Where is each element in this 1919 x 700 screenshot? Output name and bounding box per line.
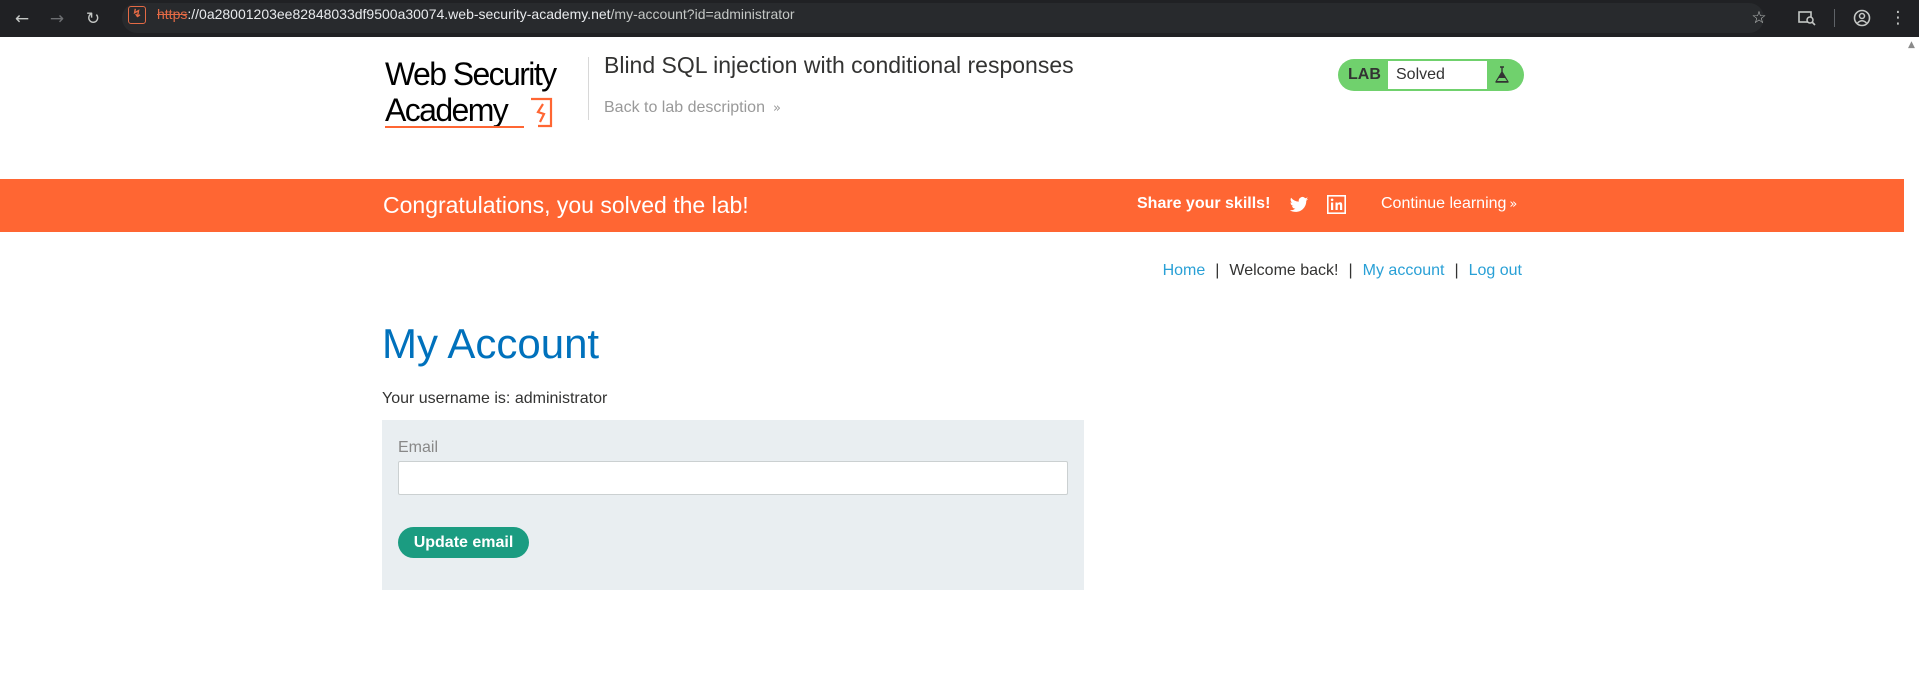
lab-title: Blind SQL injection with conditional res… — [604, 52, 1074, 78]
reload-icon[interactable]: ↻ — [79, 5, 107, 33]
lab-status-label: LAB — [1348, 66, 1381, 83]
forward-arrow-icon[interactable]: → — [43, 5, 71, 33]
toolbar-divider — [1834, 9, 1835, 27]
nav-separator: | — [1454, 262, 1459, 279]
nav-log-out-link[interactable]: Log out — [1469, 262, 1522, 279]
bookmark-star-icon[interactable]: ☆ — [1745, 4, 1773, 32]
update-email-form: Email Update email — [382, 420, 1084, 590]
url-scheme: https — [157, 6, 188, 22]
logo-line1: Web Security — [385, 56, 557, 92]
header-divider — [588, 57, 589, 120]
logo-line2: Academy — [385, 92, 509, 128]
continue-learning-link[interactable]: Continue learning» — [1381, 195, 1517, 213]
site-info-icon[interactable]: ↯ — [128, 6, 146, 24]
email-label: Email — [398, 439, 439, 456]
url-path: /my-account?id=administrator — [610, 6, 795, 22]
lab-status-value: Solved — [1396, 66, 1445, 83]
lab-solved-banner: Congratulations, you solved the lab! Sha… — [0, 179, 1904, 232]
tab-search-icon[interactable] — [1793, 4, 1821, 32]
logo-bolt-icon — [531, 97, 553, 128]
nav-separator: | — [1215, 262, 1220, 279]
url-text[interactable]: https://0a28001203ee82848033df9500a30074… — [157, 4, 795, 24]
username-text: Your username is: administrator — [382, 390, 608, 407]
more-menu-icon[interactable]: ⋮ — [1884, 4, 1912, 32]
url-host: ://0a28001203ee82848033df9500a30074.web-… — [187, 6, 611, 22]
banner-message: Congratulations, you solved the lab! — [383, 192, 749, 218]
share-skills-label: Share your skills! — [1137, 195, 1271, 212]
nav-separator: | — [1348, 262, 1353, 279]
continue-learning-label: Continue learning — [1381, 195, 1507, 212]
update-email-button[interactable]: Update email — [398, 527, 529, 558]
browser-toolbar: ← → ↻ ↯ https://0a28001203ee82848033df95… — [0, 0, 1919, 37]
logo-underline — [385, 126, 524, 128]
nav-my-account-link[interactable]: My account — [1363, 262, 1445, 279]
scrollbar-up-arrow-icon[interactable]: ▲ — [1904, 38, 1919, 53]
profile-icon[interactable] — [1848, 4, 1876, 32]
nav-welcome-text: Welcome back! — [1229, 262, 1339, 279]
nav-home-link[interactable]: Home — [1163, 262, 1206, 279]
back-link-label: Back to lab description — [604, 99, 765, 116]
page-title: My Account — [382, 320, 600, 367]
lab-status-badge: LAB Solved — [1338, 59, 1524, 91]
back-arrow-icon[interactable]: ← — [8, 5, 36, 33]
twitter-icon[interactable] — [1289, 195, 1309, 215]
account-navigation: Home | Welcome back! | My account | Log out — [1162, 262, 1522, 280]
web-security-academy-logo[interactable]: Web Security Academy — [382, 56, 587, 132]
email-input[interactable] — [398, 461, 1068, 495]
linkedin-icon[interactable] — [1327, 195, 1346, 214]
double-chevron-right-icon: » — [1509, 197, 1518, 212]
back-to-lab-description-link[interactable]: Back to lab description » — [604, 99, 781, 117]
double-chevron-right-icon: » — [772, 101, 781, 116]
flask-icon — [1495, 66, 1509, 83]
